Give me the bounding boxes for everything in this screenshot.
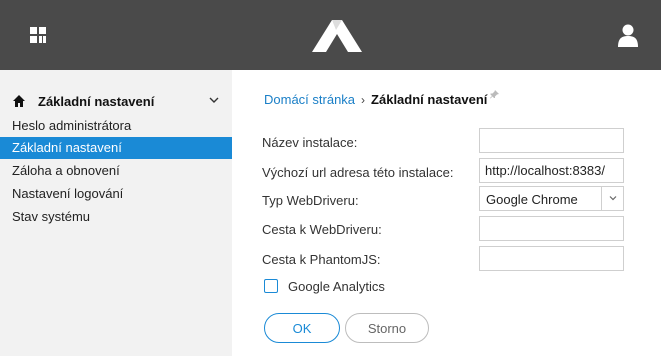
webdriver-path-label: Cesta k WebDriveru: xyxy=(262,222,382,237)
webdriver-type-label: Typ WebDriveru: xyxy=(262,193,359,208)
webdriver-type-select[interactable]: Google Chrome xyxy=(479,186,624,211)
breadcrumb-separator: › xyxy=(361,92,366,107)
webdriver-type-toggle[interactable] xyxy=(601,187,623,210)
sidebar-section-header[interactable]: Základní nastavení xyxy=(12,92,224,110)
google-analytics-checkbox[interactable] xyxy=(264,279,278,293)
installation-name-input[interactable] xyxy=(479,128,624,153)
logo-mark xyxy=(312,20,362,52)
cancel-button[interactable]: Storno xyxy=(345,313,429,343)
phantomjs-path-label: Cesta k PhantomJS: xyxy=(262,252,381,267)
ok-button[interactable]: OK xyxy=(264,313,340,343)
default-url-input[interactable] xyxy=(479,158,624,183)
chevron-down-icon xyxy=(609,196,617,201)
grid-icon[interactable] xyxy=(30,27,46,43)
breadcrumb-home-link[interactable]: Domácí stránka xyxy=(264,92,355,107)
top-bar xyxy=(0,0,661,70)
sidebar-item-logging-settings[interactable]: Nastavení logování xyxy=(0,183,232,205)
phantomjs-path-input[interactable] xyxy=(479,246,624,271)
sidebar-item-basic-settings[interactable]: Základní nastavení xyxy=(0,137,232,159)
sidebar-item-backup-restore[interactable]: Záloha a obnovení xyxy=(0,160,232,182)
installation-name-label: Název instalace: xyxy=(262,135,358,150)
sidebar-item-system-status[interactable]: Stav systému xyxy=(0,206,232,228)
breadcrumb: Domácí stránka › Základní nastavení xyxy=(264,90,500,107)
webdriver-type-value: Google Chrome xyxy=(486,192,578,207)
google-analytics-label[interactable]: Google Analytics xyxy=(288,279,385,294)
home-icon xyxy=(13,95,25,107)
sidebar: Základní nastavení Heslo administrátora … xyxy=(0,70,232,356)
user-icon[interactable] xyxy=(616,23,640,47)
webdriver-path-input[interactable] xyxy=(479,216,624,241)
main-content: Domácí stránka › Základní nastavení Náze… xyxy=(232,70,661,356)
chevron-down-icon[interactable] xyxy=(208,95,220,105)
default-url-label: Výchozí url adresa této instalace: xyxy=(262,165,454,180)
sidebar-item-admin-password[interactable]: Heslo administrátora xyxy=(0,115,232,137)
sidebar-section-title: Základní nastavení xyxy=(38,93,155,109)
pin-icon[interactable] xyxy=(490,90,500,99)
page-title: Základní nastavení xyxy=(371,92,488,107)
